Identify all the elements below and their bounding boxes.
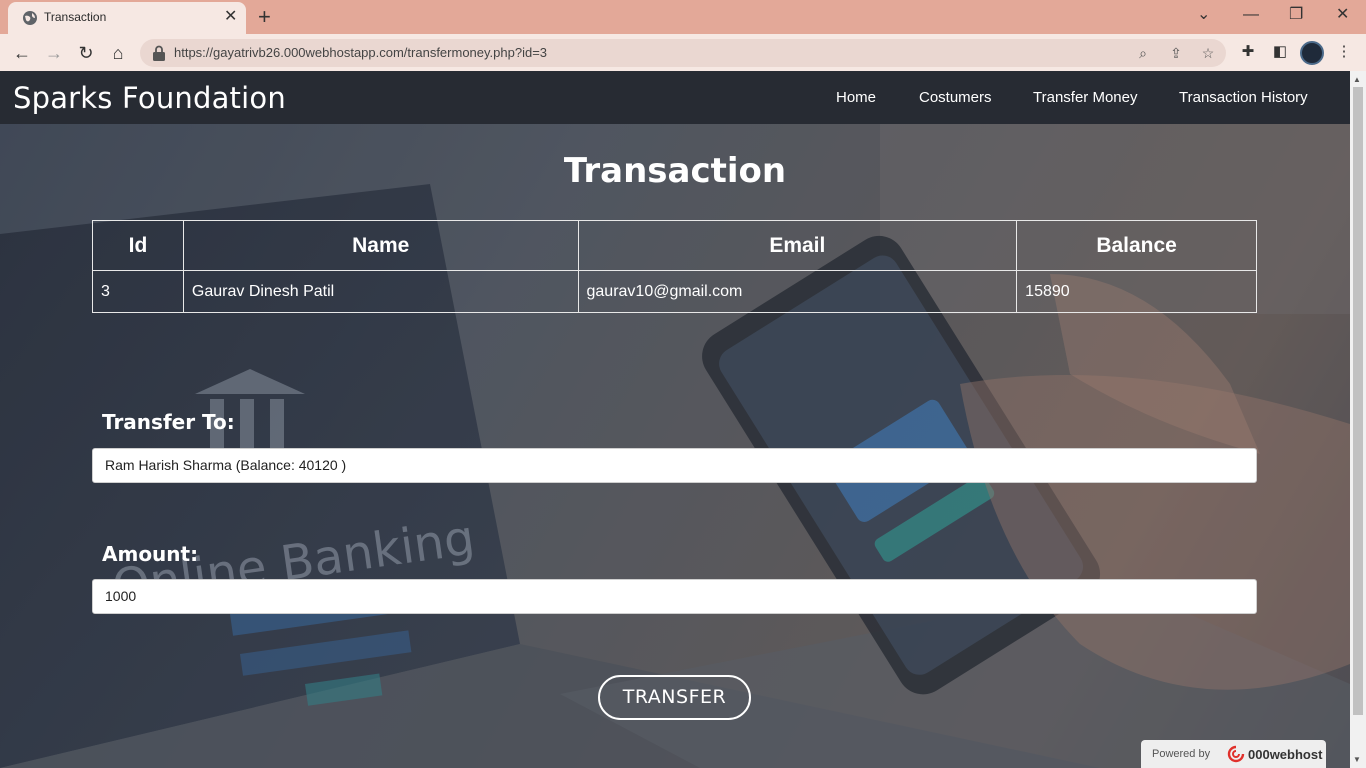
powered-by-badge[interactable]: Powered by 000webhost [1141,740,1326,768]
nav-link-transfer-money[interactable]: Transfer Money [1033,89,1137,106]
transfer-button[interactable]: TRANSFER [598,675,751,720]
plus-icon[interactable]: + [258,4,271,30]
puzzle-icon[interactable]: ✚ [1238,42,1258,62]
transfer-to-select[interactable]: Ram Harish Sharma (Balance: 40120 ) [92,448,1257,483]
reload-icon[interactable]: ↻ [74,41,98,65]
nav-link-customers[interactable]: Costumers [919,89,992,106]
table-cell: 3 [92,270,184,313]
url-text: https://gayatrivb26.000webhostapp.com/tr… [174,45,548,60]
host-brand-text: 000webhost [1248,747,1323,762]
share-icon[interactable]: ⇪ [1167,44,1185,62]
close-icon[interactable]: ✕ [224,8,237,26]
brand-logo[interactable]: Sparks Foundation [13,81,286,115]
scroll-up-icon[interactable]: ▲ [1353,75,1361,84]
forward-icon[interactable]: → [42,41,66,65]
page-scrollbar[interactable]: ▲ ▼ [1350,71,1366,768]
globe-icon [23,11,37,25]
url-field[interactable]: https://gayatrivb26.000webhostapp.com/tr… [140,39,1226,67]
page-content: Online Banking Sparks Foundation Home Co… [0,71,1350,768]
column-header: Id [92,220,184,271]
site-navbar: Sparks Foundation Home Costumers Transfe… [0,71,1350,124]
powered-by-text: Powered by [1152,748,1211,760]
column-header: Balance [1016,220,1257,271]
page-title: Transaction [563,151,787,191]
table-cell: 15890 [1016,270,1257,313]
browser-tab[interactable]: Transaction ✕ [8,2,246,34]
column-header: Name [182,220,579,271]
scroll-down-icon[interactable]: ▼ [1353,755,1361,764]
lock-icon [153,45,165,61]
restore-icon[interactable]: ❐ [1289,4,1303,26]
nav-link-home[interactable]: Home [836,89,876,106]
account-table: Id Name Email Balance 3 Gaurav Dinesh Pa… [92,220,1257,313]
chevron-down-icon[interactable]: ⌄ [1197,4,1210,26]
browser-tab-strip: Transaction ✕ + ⌄ — ❐ ✕ [0,0,1366,34]
amount-label: Amount: [102,542,199,566]
nav-link-transaction-history[interactable]: Transaction History [1179,89,1308,106]
table-cell: Gaurav Dinesh Patil [182,270,579,313]
webhost-logo-icon [1227,745,1245,763]
close-window-icon[interactable]: ✕ [1336,4,1349,26]
column-header: Email [577,220,1018,271]
home-icon[interactable]: ⌂ [106,41,130,65]
avatar[interactable] [1300,41,1324,65]
address-bar-row: ← → ↻ ⌂ https://gayatrivb26.000webhostap… [0,34,1366,71]
amount-input[interactable]: 1000 [92,579,1257,614]
transfer-to-label: Transfer To: [102,410,235,434]
kebab-menu-icon[interactable]: ⋮ [1334,42,1354,62]
table-row: 3 Gaurav Dinesh Patil gaurav10@gmail.com… [92,270,1257,313]
tab-title: Transaction [44,10,107,24]
star-icon[interactable]: ☆ [1199,44,1217,62]
table-cell: gaurav10@gmail.com [577,270,1018,313]
zoom-icon[interactable]: ⌕ [1134,44,1152,62]
scrollbar-thumb[interactable] [1353,87,1363,715]
table-header-row: Id Name Email Balance [92,220,1257,271]
back-icon[interactable]: ← [10,41,34,65]
sidepanel-icon[interactable]: ◧ [1270,42,1290,62]
minimize-icon[interactable]: — [1243,4,1259,26]
